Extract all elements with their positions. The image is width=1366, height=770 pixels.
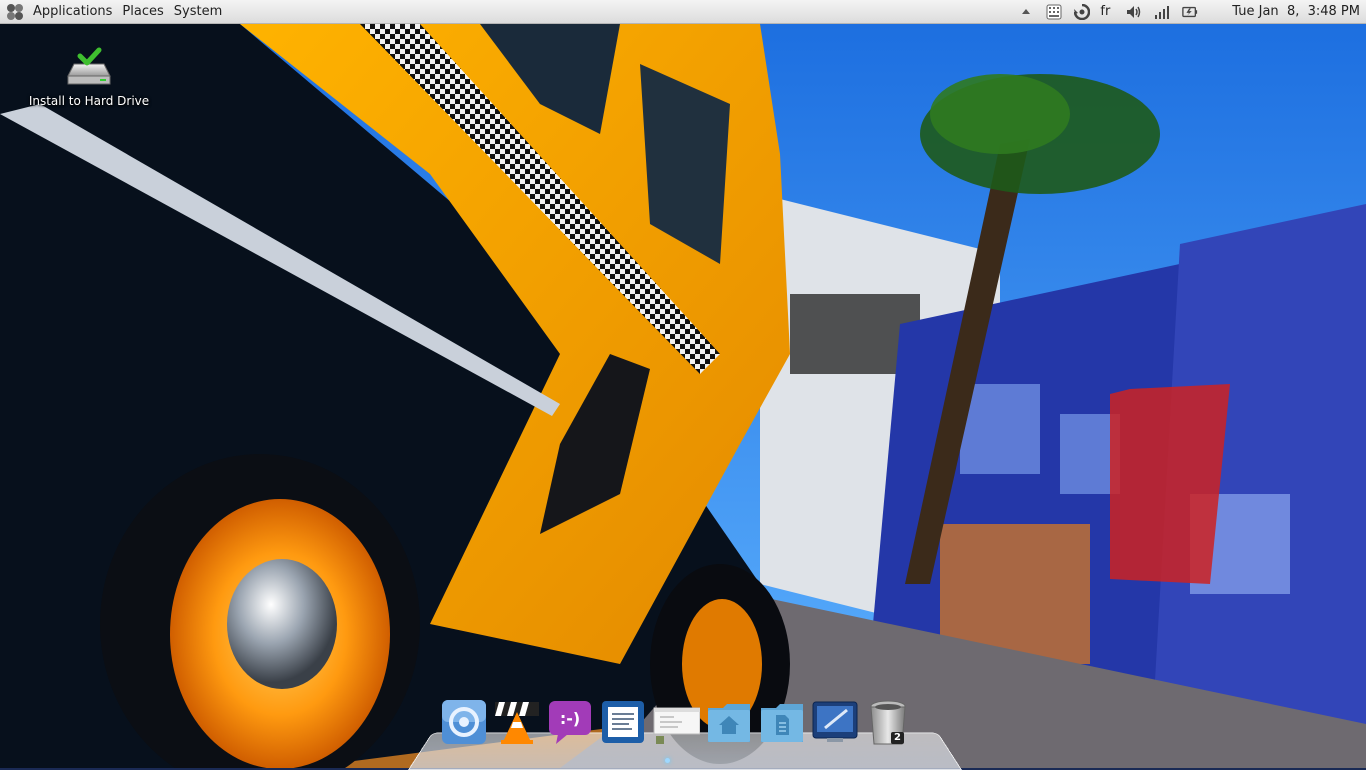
taxi-wallpaper-image xyxy=(0,24,1366,768)
document-viewer-icon xyxy=(602,701,644,743)
dock-item-chromium[interactable] xyxy=(440,698,488,746)
places-menu[interactable]: Places xyxy=(117,0,168,23)
keyboard-icon[interactable] xyxy=(1046,4,1062,20)
trash-icon xyxy=(870,700,906,745)
signal-icon[interactable] xyxy=(1154,4,1170,20)
dock-item-home-folder[interactable] xyxy=(705,698,753,746)
top-panel: Applications Places System fr Tue Jan 8,… xyxy=(0,0,1366,24)
drive-install-icon xyxy=(66,46,112,90)
desktop-icon-label: Install to Hard Drive xyxy=(28,94,150,108)
window-preview-icon xyxy=(653,707,700,744)
desktop-settings-icon xyxy=(812,701,858,742)
dock-item-vlc[interactable] xyxy=(493,698,541,746)
dock: :-) 2 xyxy=(408,698,962,770)
panel-menu-bar: Applications Places System xyxy=(6,0,227,23)
running-indicator xyxy=(665,758,670,763)
home-folder-icon xyxy=(708,704,750,742)
trash-count-badge: 2 xyxy=(891,732,904,744)
dock-items: :-) 2 xyxy=(440,698,917,746)
keyboard-layout-indicator[interactable]: fr xyxy=(1100,4,1110,19)
dock-item-document-viewer[interactable] xyxy=(599,698,647,746)
volume-icon[interactable] xyxy=(1126,4,1142,20)
system-tray: fr Tue Jan 8, 3:48 PM xyxy=(1012,0,1366,23)
clock[interactable]: Tue Jan 8, 3:48 PM xyxy=(1232,4,1360,19)
desktop-icon-install[interactable]: Install to Hard Drive xyxy=(22,46,156,108)
desktop-wallpaper xyxy=(0,24,1366,768)
applications-menu[interactable]: Applications xyxy=(28,0,117,23)
dock-item-documents[interactable] xyxy=(758,698,806,746)
pidgin-icon: :-) xyxy=(549,701,591,744)
battery-icon[interactable] xyxy=(1182,4,1198,20)
chromium-icon xyxy=(442,700,486,744)
dock-item-pidgin[interactable]: :-) xyxy=(546,698,594,746)
vlc-icon xyxy=(495,702,539,744)
system-menu[interactable]: System xyxy=(169,0,227,23)
dock-item-desktop-settings[interactable] xyxy=(811,698,859,746)
update-icon[interactable] xyxy=(1074,3,1091,20)
documents-icon xyxy=(761,704,803,742)
caret-up-icon[interactable] xyxy=(1018,4,1034,20)
dock-item-window-preview[interactable] xyxy=(652,698,700,746)
applications-logo-icon[interactable] xyxy=(6,3,24,21)
dock-item-trash[interactable]: 2 xyxy=(864,698,912,746)
svg-text::-): :-) xyxy=(560,709,580,728)
